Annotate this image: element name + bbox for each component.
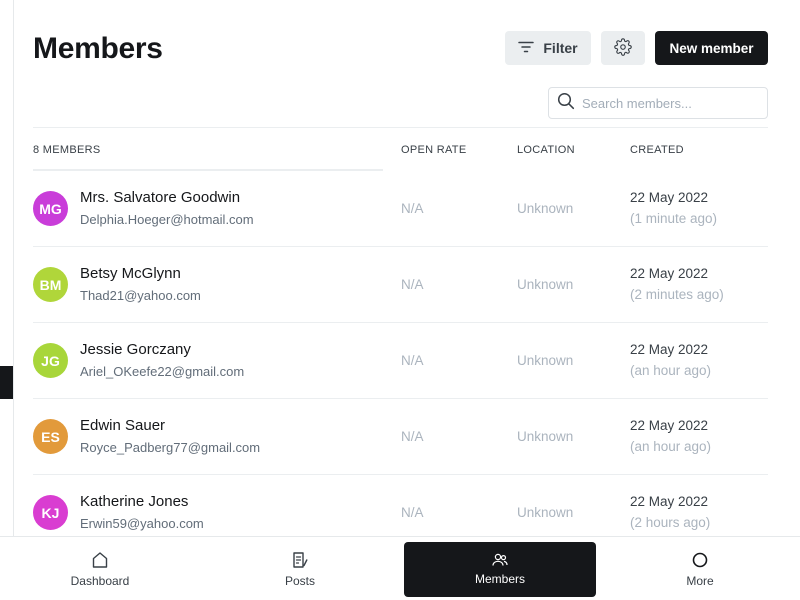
page-title: Members [33,32,163,65]
member-name: Mrs. Salvatore Goodwin [80,189,241,206]
member-email: Delphia.Hoeger@hotmail.com [80,212,254,227]
member-created-date: 22 May 2022 [630,342,709,357]
filter-icon [518,40,535,56]
filter-label: Filter [543,40,578,56]
member-created-relative: (2 minutes ago) [630,287,724,302]
member-row[interactable]: MG Mrs. Salvatore Goodwin Delphia.Hoeger… [33,171,768,247]
member-created-relative: (2 hours ago) [630,515,711,530]
bottom-nav: Dashboard Posts Members More [0,536,800,600]
member-location: Unknown [517,201,574,216]
members-icon [492,553,508,567]
member-created-relative: (an hour ago) [630,363,712,378]
nav-more[interactable]: More [600,537,800,600]
avatar: JG [33,343,68,378]
nav-label: Members [474,572,525,586]
gear-icon [614,37,632,59]
avatar: ES [33,419,68,454]
member-email: Ariel_OKeefe22@gmail.com [80,364,245,379]
member-location: Unknown [517,505,574,520]
member-open-rate: N/A [401,277,424,292]
column-location[interactable]: LOCATION [517,144,575,156]
member-name: Katherine Jones [80,493,189,510]
member-email: Thad21@yahoo.com [80,288,201,303]
member-created-date: 22 May 2022 [630,190,709,205]
sidebar-edge [0,0,14,536]
settings-button[interactable] [601,31,645,65]
sidebar-toggle-tab[interactable] [0,366,13,399]
member-created-relative: (an hour ago) [630,439,712,454]
member-location: Unknown [517,429,574,444]
nav-label: Dashboard [70,573,130,588]
member-created-relative: (1 minute ago) [630,211,718,226]
column-created[interactable]: CREATED [630,144,684,156]
member-row[interactable]: ES Edwin Sauer Royce_Padberg77@gmail.com… [33,399,768,475]
header-divider [33,127,768,128]
member-open-rate: N/A [401,201,424,216]
member-created-date: 22 May 2022 [630,418,709,433]
nav-posts[interactable]: Posts [200,537,400,600]
search-icon [557,92,575,115]
member-created-date: 22 May 2022 [630,494,709,509]
column-open-rate[interactable]: OPEN RATE [401,144,466,156]
member-row[interactable]: BM Betsy McGlynn Thad21@yahoo.com N/A Un… [33,247,768,323]
member-email: Royce_Padberg77@gmail.com [80,440,261,455]
search-box[interactable] [548,87,768,119]
new-member-button[interactable]: New member [655,31,768,65]
search-input[interactable] [582,95,752,111]
member-name: Jessie Gorczany [80,341,191,358]
member-open-rate: N/A [401,505,424,520]
avatar: KJ [33,495,68,530]
more-icon [691,551,709,569]
nav-label: More [686,573,714,588]
member-email: Erwin59@yahoo.com [80,516,204,531]
member-open-rate: N/A [401,429,424,444]
member-name: Betsy McGlynn [80,265,181,282]
nav-label: Posts [284,573,315,588]
member-name: Edwin Sauer [80,417,166,434]
avatar: BM [33,267,68,302]
posts-icon [291,551,309,569]
member-row[interactable]: JG Jessie Gorczany Ariel_OKeefe22@gmail.… [33,323,768,399]
member-location: Unknown [517,277,574,292]
member-location: Unknown [517,353,574,368]
home-icon [91,551,109,569]
nav-dashboard[interactable]: Dashboard [0,537,200,600]
member-count-header[interactable]: 8 MEMBERS [33,144,101,156]
members-list: MG Mrs. Salvatore Goodwin Delphia.Hoeger… [33,171,768,551]
member-created-date: 22 May 2022 [630,266,709,281]
nav-members[interactable]: Members [404,542,596,597]
avatar: MG [33,191,68,226]
filter-button[interactable]: Filter [505,31,591,65]
member-open-rate: N/A [401,353,424,368]
